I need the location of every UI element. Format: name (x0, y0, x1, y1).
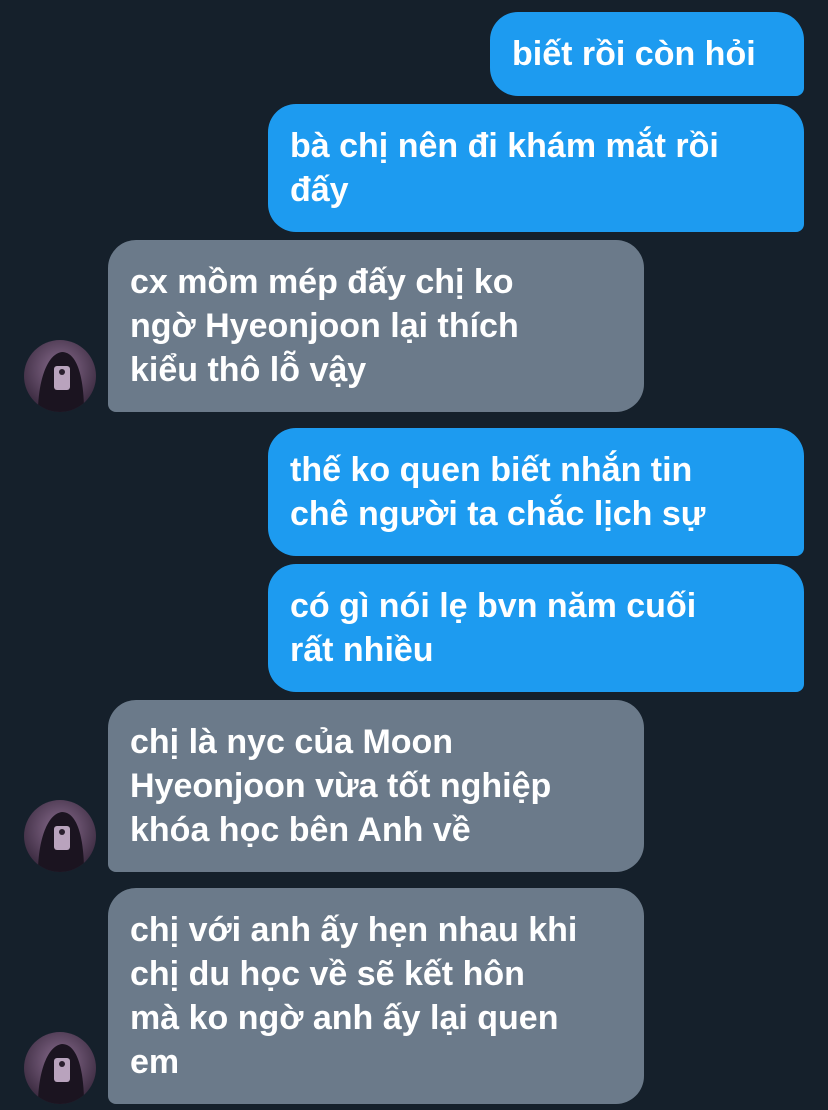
message-bubble-received[interactable]: cx mồm mép đấy chị ko ngờ Hyeonjoon lại … (108, 240, 644, 412)
user-avatar[interactable] (24, 800, 96, 872)
avatar-photo-icon (24, 340, 96, 412)
message-bubble-sent[interactable]: thế ko quen biết nhắn tin chê người ta c… (268, 428, 804, 556)
message-bubble-sent[interactable]: biết rồi còn hỏi (490, 12, 804, 96)
user-avatar[interactable] (24, 1032, 96, 1104)
chat-thread: biết rồi còn hỏi bà chị nên đi khám mắt … (0, 0, 828, 1110)
avatar-photo-icon (24, 800, 96, 872)
message-bubble-received[interactable]: chị là nyc của Moon Hyeonjoon vừa tốt ng… (108, 700, 644, 872)
message-bubble-sent[interactable]: có gì nói lẹ bvn năm cuối rất nhiều (268, 564, 804, 692)
user-avatar[interactable] (24, 340, 96, 412)
message-bubble-sent[interactable]: bà chị nên đi khám mắt rồi đấy (268, 104, 804, 232)
message-bubble-received[interactable]: chị với anh ấy hẹn nhau khi chị du học v… (108, 888, 644, 1104)
avatar-photo-icon (24, 1032, 96, 1104)
